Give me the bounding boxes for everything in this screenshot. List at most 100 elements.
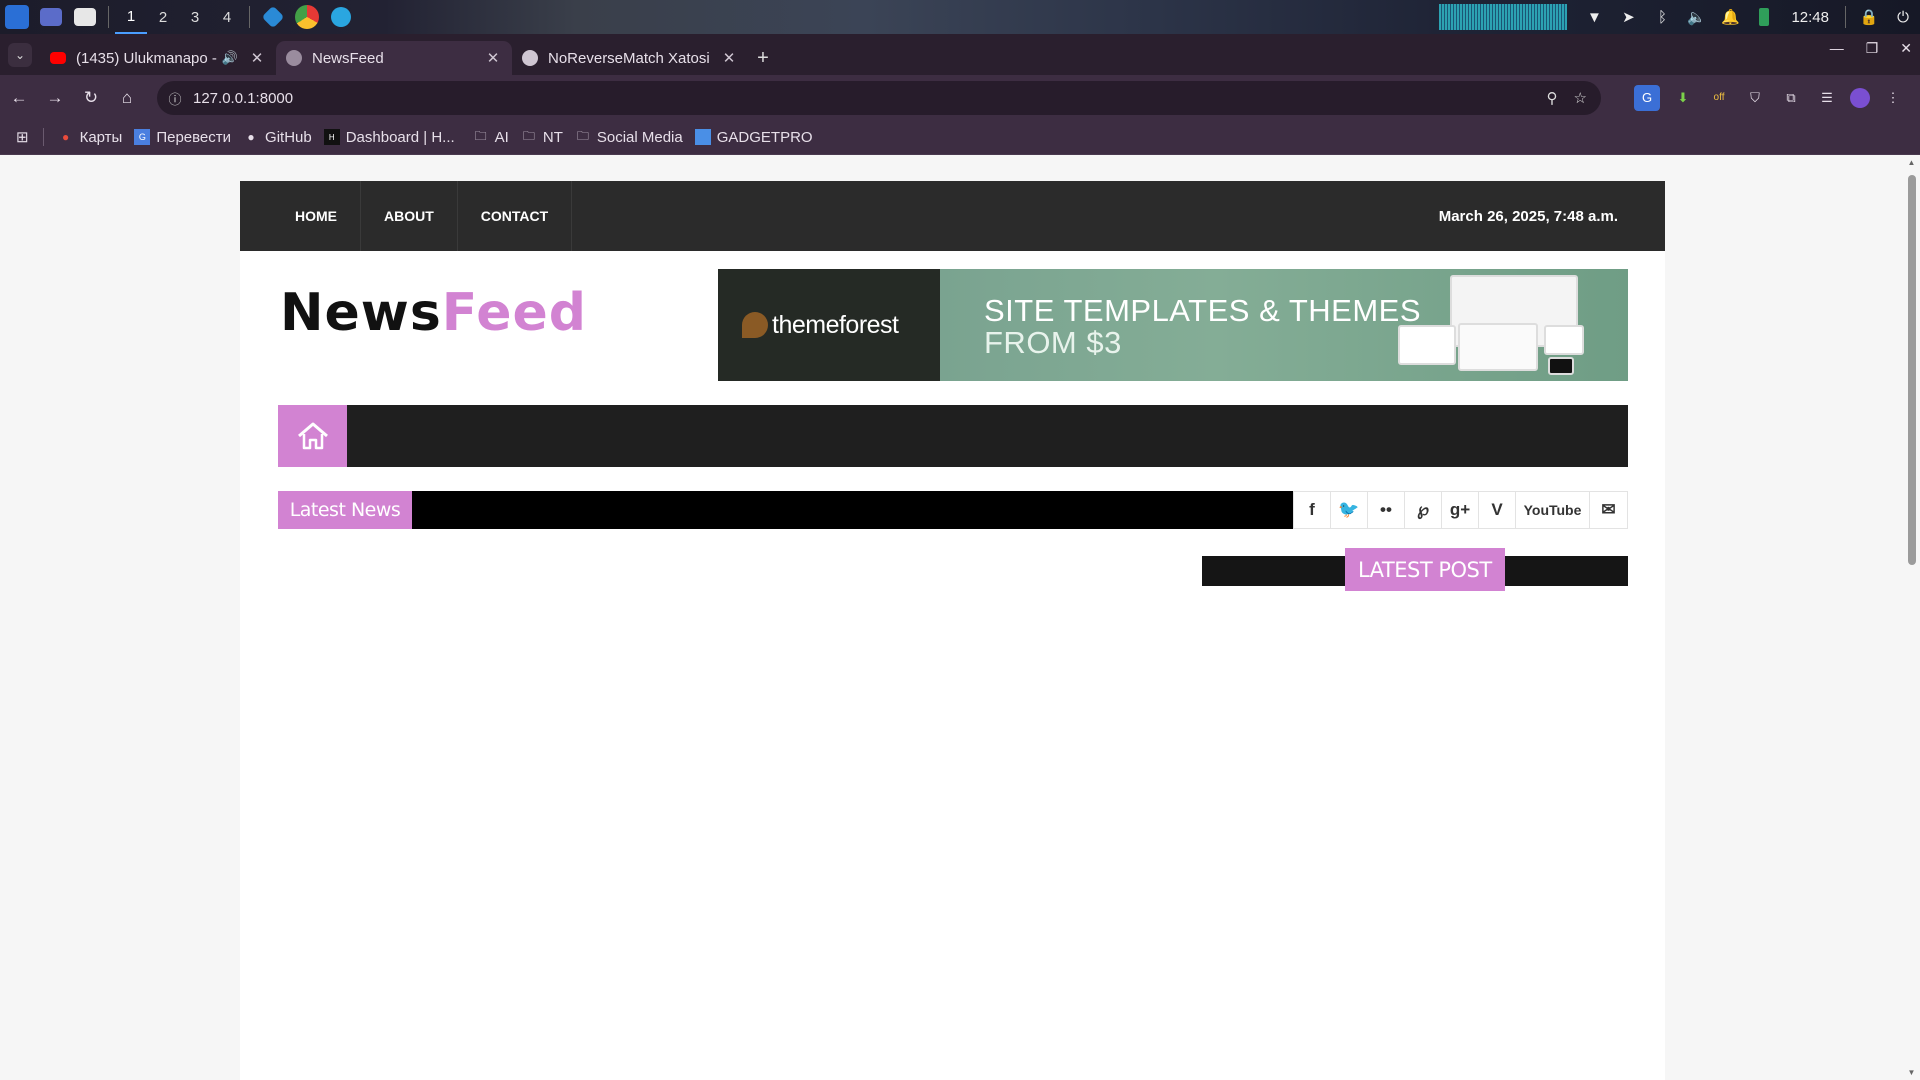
pinterest-icon[interactable]: ℘ — [1405, 492, 1442, 528]
nav-contact[interactable]: CONTACT — [458, 181, 573, 251]
site-info-icon[interactable]: ⓘ — [161, 84, 189, 112]
ad-banner[interactable]: themeforest SITE TEMPLATES & THEMES FROM… — [718, 269, 1628, 381]
nav-about[interactable]: ABOUT — [361, 181, 458, 251]
audio-visualizer — [1439, 4, 1568, 30]
bookmark-label: Карты — [79, 128, 123, 146]
bookmark-label: Social Media — [596, 128, 683, 146]
bookmark-folder-nt[interactable]: 🗀 NT — [515, 120, 569, 155]
tab-noreversematch[interactable]: NoReverseMatch Xatosi ✕ — [512, 41, 748, 75]
shield-extension-icon[interactable]: ⛉ — [1742, 85, 1768, 111]
address-bar[interactable]: ⓘ 127.0.0.1:8000 ⚲ ☆ — [157, 81, 1601, 115]
lock-icon[interactable]: 🔒 — [1852, 0, 1886, 34]
globe-favicon-icon — [286, 50, 302, 66]
url-text[interactable]: 127.0.0.1:8000 — [193, 90, 293, 107]
translate-extension-icon[interactable]: G — [1634, 84, 1660, 111]
banner-subheadline: FROM $3 — [984, 325, 1122, 360]
off-extension-icon[interactable]: off — [1706, 85, 1732, 111]
profile-avatar[interactable] — [1850, 87, 1870, 108]
bookmark-label: AI — [494, 128, 509, 146]
site-logo[interactable]: NewsFeed — [280, 283, 587, 343]
bookmark-gadgetpro[interactable]: GADGETPRO — [689, 120, 819, 155]
scrollbar-thumb[interactable] — [1908, 175, 1916, 565]
bookmark-maps[interactable]: ● Карты — [52, 120, 129, 155]
house-icon — [297, 422, 328, 450]
main-menu-bar — [278, 405, 1628, 467]
email-icon[interactable]: ✉ — [1590, 492, 1627, 528]
app-menu-icon[interactable] — [0, 0, 34, 34]
browser-toolbar: ← → ↻ ⌂ ⓘ 127.0.0.1:8000 ⚲ ☆ G ⬇ off ⛉ ⧉… — [0, 75, 1920, 120]
tab-close-icon[interactable]: ✕ — [484, 49, 502, 67]
vimeo-icon[interactable]: V — [1479, 492, 1516, 528]
folder-icon: 🗀 — [474, 128, 487, 143]
bookmarks-bar: ⊞ ● Карты G Перевести ● GitHub H Dashboard |… — [0, 120, 1920, 155]
apps-grid-icon[interactable]: ⊞ — [0, 120, 35, 155]
bookmark-folder-ai[interactable]: 🗀 AI — [467, 120, 515, 155]
chrome-icon[interactable] — [290, 0, 324, 34]
flickr-icon[interactable]: •• — [1368, 492, 1405, 528]
download-extension-icon[interactable]: ⬇ — [1670, 85, 1696, 111]
bookmark-github[interactable]: ● GitHub — [237, 120, 318, 155]
scroll-down-arrow-icon[interactable]: ▼ — [1907, 1068, 1916, 1077]
new-tab-button[interactable]: + — [748, 41, 778, 75]
google-plus-icon[interactable]: g+ — [1442, 492, 1479, 528]
telegram-icon[interactable] — [324, 0, 358, 34]
workspace-2[interactable]: 2 — [147, 0, 179, 34]
clock[interactable]: 12:48 — [1781, 9, 1839, 26]
volume-icon[interactable]: 🔈 — [1679, 0, 1713, 34]
notification-bell-icon[interactable]: 🔔 — [1713, 0, 1747, 34]
tab-youtube[interactable]: (1435) Ulukmanapo - ( 🔊 ✕ — [40, 41, 276, 75]
devices-mockup-image — [1398, 275, 1588, 377]
workspace-3[interactable]: 3 — [179, 0, 211, 34]
wifi-icon[interactable]: ▼ — [1577, 0, 1611, 34]
nav-home[interactable]: HOME — [272, 181, 361, 251]
translate-icon: G — [134, 129, 151, 145]
power-icon[interactable]: ⏻ — [1886, 0, 1920, 34]
tab-close-icon[interactable]: ✕ — [720, 49, 738, 67]
zoom-icon[interactable]: ⚲ — [1547, 89, 1558, 107]
workspace-1[interactable]: 1 — [115, 0, 147, 34]
audio-playing-icon[interactable]: 🔊 — [222, 50, 238, 66]
file-manager-icon[interactable] — [68, 0, 102, 34]
extensions-puzzle-icon[interactable]: ⧉ — [1778, 85, 1804, 111]
bookmark-dashboard[interactable]: H Dashboard | H... — [318, 120, 461, 155]
tab-newsfeed[interactable]: NewsFeed ✕ — [276, 41, 512, 75]
twitter-icon[interactable]: 🐦 — [1331, 492, 1368, 528]
news-ticker: Latest News f 🐦 •• ℘ g+ V YouTube ✉ — [278, 491, 1628, 529]
forward-arrow-icon[interactable]: → — [38, 81, 72, 115]
latest-post-header: LATEST POST — [1202, 548, 1628, 591]
browser-tab-strip: ⌄ (1435) Ulukmanapo - ( 🔊 ✕ NewsFeed ✕ N… — [0, 34, 1920, 75]
bookmark-star-icon[interactable]: ☆ — [1574, 89, 1587, 107]
home-button[interactable] — [278, 405, 347, 467]
kebab-menu-icon[interactable]: ⋮ — [1880, 85, 1906, 111]
bookmark-divider — [42, 128, 44, 146]
minimize-icon[interactable]: — — [1830, 40, 1844, 57]
youtube-icon[interactable]: YouTube — [1516, 492, 1590, 528]
page-viewport: HOME ABOUT CONTACT March 26, 2025, 7:48 … — [0, 155, 1903, 1080]
bookmark-translate[interactable]: G Перевести — [128, 120, 237, 155]
battery-icon[interactable] — [1747, 0, 1781, 34]
home-icon[interactable]: ⌂ — [110, 81, 144, 115]
reading-list-icon[interactable]: ☰ — [1814, 85, 1840, 111]
reload-icon[interactable]: ↻ — [74, 81, 108, 115]
back-arrow-icon[interactable]: ← — [2, 81, 36, 115]
desktop-icon[interactable] — [34, 0, 68, 34]
bookmark-folder-social-media[interactable]: 🗀 Social Media — [569, 120, 689, 155]
restore-icon[interactable]: ❐ — [1866, 40, 1879, 57]
tab-search-button[interactable]: ⌄ — [8, 43, 32, 67]
telegram-tray-icon[interactable]: ➤ — [1611, 0, 1645, 34]
vscode-icon[interactable] — [256, 0, 290, 34]
logo-part-news: News — [280, 283, 442, 343]
facebook-icon[interactable]: f — [1294, 492, 1331, 528]
scroll-up-arrow-icon[interactable]: ▲ — [1907, 158, 1916, 167]
folder-icon: 🗀 — [522, 128, 535, 143]
close-window-icon[interactable]: ✕ — [1900, 40, 1912, 57]
bookmark-label: GADGETPRO — [716, 128, 813, 146]
tab-close-icon[interactable]: ✕ — [248, 49, 266, 67]
openai-favicon-icon — [522, 50, 538, 66]
tab-title: NoReverseMatch Xatosi — [548, 49, 710, 67]
gadgetpro-icon — [694, 129, 711, 145]
workspace-4[interactable]: 4 — [211, 0, 243, 34]
bluetooth-icon[interactable]: ᛒ — [1645, 0, 1679, 34]
page-scrollbar[interactable]: ▲ ▼ — [1903, 155, 1920, 1080]
taskbar-divider — [1845, 6, 1846, 28]
